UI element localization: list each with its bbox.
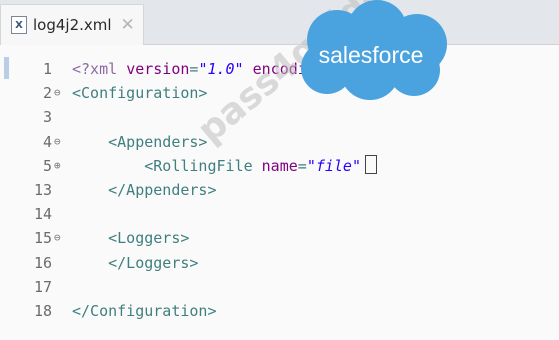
code-text: <RollingFile name="file" [72, 154, 377, 178]
code-text: <Configuration> [72, 81, 207, 105]
code-line[interactable]: 3 [0, 105, 559, 129]
line-number: 13 [33, 181, 52, 199]
xml-tag-token: = [297, 156, 307, 175]
xml-attr-token: version [126, 60, 190, 78]
code-line[interactable]: 16 </Loggers> [0, 251, 559, 275]
line-number: 17 [33, 277, 52, 296]
line-number: 1 [42, 60, 52, 78]
code-line[interactable]: 13 </Appenders> [0, 178, 559, 202]
code-line[interactable]: 2 ⊖ <Configuration> [0, 81, 559, 105]
xml-file-icon: X [11, 16, 27, 34]
xml-attr-token: name [261, 156, 298, 175]
code-line[interactable]: 1<?xml version="1.0" encoding="utf-8"?> [0, 57, 559, 81]
collapse-fold-icon[interactable]: ⊖ [54, 226, 61, 250]
code-text: <Appenders> [72, 130, 207, 154]
editor-tab-bar: X log4j2.xml ✕ [0, 0, 559, 45]
code-line[interactable]: 15 ⊖ <Loggers> [0, 226, 559, 250]
code-text: </Appenders> [72, 178, 217, 202]
salesforce-logo: salesforce [282, 0, 460, 104]
xml-tag-token: </Configuration> [72, 302, 217, 320]
line-number: 4 [42, 132, 52, 151]
line-number: 2 [42, 84, 52, 103]
code-line[interactable]: 18 </Configuration> [0, 299, 559, 323]
collapse-fold-icon[interactable]: ⊖ [54, 81, 61, 105]
xml-tag-token: </Loggers> [108, 253, 199, 272]
code-line[interactable]: 17 [0, 275, 559, 299]
code-editor[interactable]: 1<?xml version="1.0" encoding="utf-8"?>2… [0, 45, 559, 340]
code-line[interactable]: 4 ⊖ <Appenders> [0, 130, 559, 154]
code-line[interactable]: 5 ⊕ <RollingFile name="file" [0, 154, 559, 178]
line-number: 15 [33, 229, 52, 248]
line-number: 3 [42, 108, 52, 127]
xml-tag-token: <RollingFile [144, 156, 262, 175]
xml-tag-token: <Appenders> [108, 132, 208, 151]
xml-val-token: "file" [306, 156, 361, 175]
line-number: 5 [42, 156, 52, 175]
line-number: 16 [33, 253, 52, 272]
collapse-fold-icon[interactable]: ⊖ [54, 130, 61, 154]
expand-fold-icon[interactable]: ⊕ [54, 154, 61, 178]
code-text: </Configuration> [72, 299, 217, 323]
code-text: </Loggers> [72, 251, 198, 275]
line-number: 14 [33, 205, 52, 224]
close-icon[interactable]: ✕ [121, 16, 135, 34]
line-number: 18 [33, 302, 52, 320]
salesforce-logo-text: salesforce [318, 42, 424, 68]
xml-pi-token: <?xml [72, 60, 127, 78]
code-line[interactable]: 14 [0, 202, 559, 226]
xml-val-token: "1.0" [198, 60, 244, 78]
tab-title: log4j2.xml [33, 16, 112, 34]
code-text: <Loggers> [72, 226, 189, 250]
xml-tag-token: <Loggers> [108, 229, 190, 248]
xml-tag-token: </Appenders> [108, 181, 217, 199]
xml-tag-token: <Configuration> [72, 84, 208, 103]
xml-tag-token [244, 60, 253, 78]
text-cursor [365, 154, 377, 174]
tab-log4j2-xml[interactable]: X log4j2.xml ✕ [0, 4, 144, 45]
